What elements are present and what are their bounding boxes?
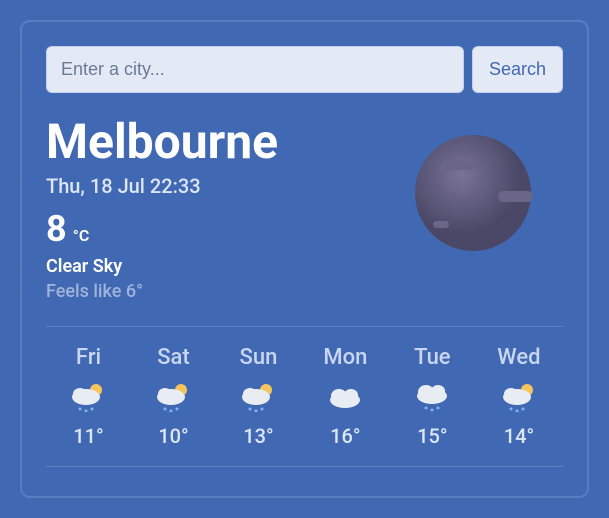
forecast-day: Fri 11° [68,345,108,448]
temperature: 8 °C [46,208,278,250]
weather-cloud-rain-icon [412,382,452,412]
temp-unit: °C [73,226,90,245]
forecast-row: Fri 11° Sat 10° Sun 13° Mon 16° Tue 15° Wed 14° [46,326,563,467]
forecast-day-temp: 16° [330,424,360,448]
feels-like: Feels like 6° [46,281,278,302]
forecast-day-temp: 11° [73,424,103,448]
forecast-day-name: Tue [414,345,451,370]
forecast-day-name: Sat [157,345,190,370]
weather-rain-sun-icon [68,382,108,412]
forecast-day: Mon 16° [323,345,367,448]
forecast-day: Sun 13° [238,345,278,448]
current-weather: Melbourne Thu, 18 Jul 22:33 8 °C Clear S… [46,113,563,302]
search-row: Search [46,46,563,93]
forecast-day: Wed 14° [497,345,540,448]
city-name: Melbourne [46,113,278,170]
search-button[interactable]: Search [472,46,563,93]
condition: Clear Sky [46,256,278,277]
forecast-day-name: Mon [323,345,367,370]
weather-card: Search Melbourne Thu, 18 Jul 22:33 8 °C … [20,20,589,498]
current-info: Melbourne Thu, 18 Jul 22:33 8 °C Clear S… [46,113,278,302]
city-search-input[interactable] [46,46,464,93]
date-time: Thu, 18 Jul 22:33 [46,174,278,198]
forecast-day-temp: 15° [417,424,447,448]
weather-rain-sun-icon [238,382,278,412]
weather-cloud-icon [325,382,365,412]
temp-value: 8 [46,208,67,250]
moon-night-icon [413,133,533,253]
forecast-day: Tue 15° [412,345,452,448]
forecast-day-temp: 13° [243,424,273,448]
forecast-day-name: Wed [497,345,540,370]
weather-rain-sun-icon [499,382,539,412]
forecast-day-name: Fri [76,345,101,370]
weather-rain-sun-icon [153,382,193,412]
forecast-day: Sat 10° [153,345,193,448]
forecast-day-temp: 14° [504,424,534,448]
forecast-day-name: Sun [240,345,278,370]
forecast-day-temp: 10° [158,424,188,448]
